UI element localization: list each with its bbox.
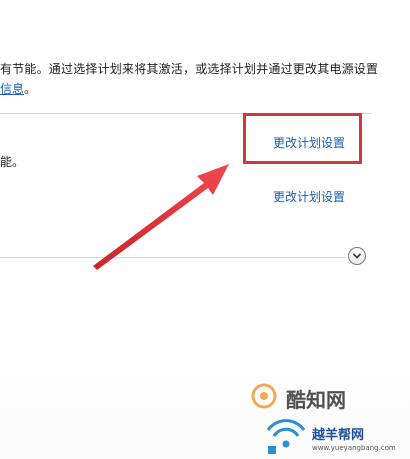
change-plan-settings-link-1[interactable]: 更改计划设置 bbox=[273, 134, 345, 151]
intro-text-line2: 信息。 bbox=[0, 80, 36, 97]
wifi-logo-icon bbox=[266, 419, 306, 454]
power-options-panel: 有节能。通过选择计划来将其激活，或选择计划并通过更改其电源设置 信息。 能。 更… bbox=[0, 0, 410, 459]
watermark-url: www.yueyangbang.com bbox=[312, 444, 396, 452]
section-divider-bottom bbox=[0, 257, 346, 258]
expand-chevron-button[interactable] bbox=[348, 247, 366, 265]
change-plan-settings-link-2[interactable]: 更改计划设置 bbox=[273, 188, 345, 205]
section-divider bbox=[0, 113, 372, 114]
logo-icon bbox=[251, 383, 277, 409]
intro-text: 有节能。通过选择计划来将其激活，或选择计划并通过更改其电源设置 bbox=[0, 62, 379, 76]
watermark-sub-text: 越羊帮网 bbox=[312, 428, 365, 443]
intro-period: 。 bbox=[24, 82, 37, 96]
plan-description: 能。 bbox=[0, 155, 25, 169]
watermark-main-text: 酷知网 bbox=[286, 388, 346, 412]
watermark: 酷知网 越羊帮网 www.yueyangbang.com bbox=[246, 380, 410, 459]
chevron-down-icon bbox=[352, 253, 362, 259]
more-info-link[interactable]: 信息 bbox=[0, 82, 24, 96]
